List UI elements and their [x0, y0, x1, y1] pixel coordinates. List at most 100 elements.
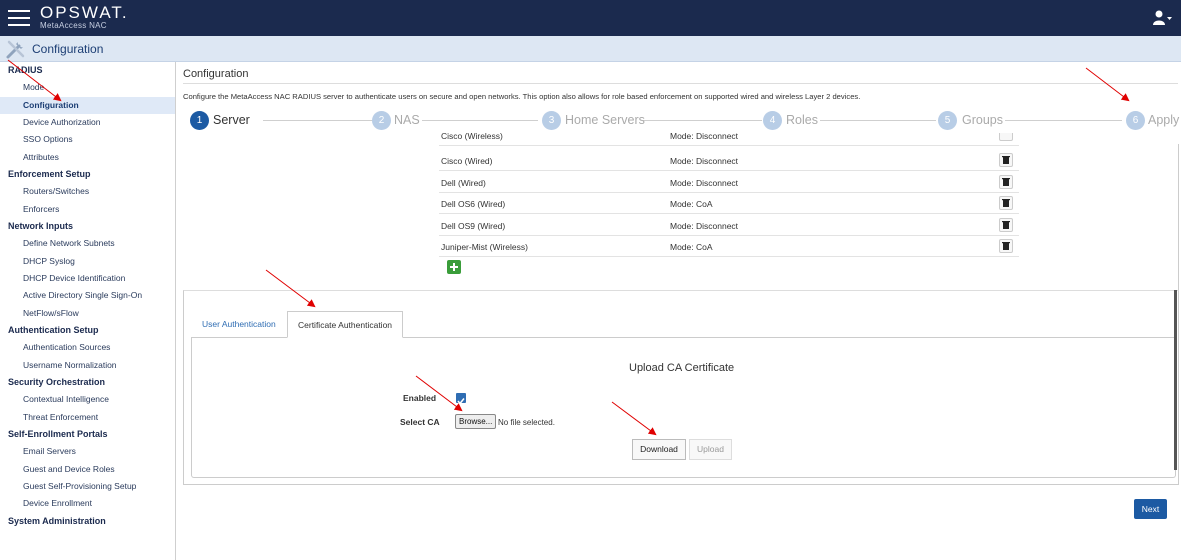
- step-number: 5: [938, 111, 957, 130]
- top-navbar: OPSWAT. MetaAccess NAC: [0, 0, 1181, 36]
- sidebar-item-mode[interactable]: Mode: [0, 79, 175, 96]
- sidebar-item-username-normalization[interactable]: Username Normalization: [0, 357, 175, 374]
- step-number: 1: [190, 111, 209, 130]
- upload-button[interactable]: Upload: [689, 439, 732, 460]
- add-nas-button[interactable]: [447, 260, 461, 274]
- section-title: Configuration: [32, 42, 104, 56]
- sidebar-item-active-directory-sso[interactable]: Active Directory Single Sign-On: [0, 287, 175, 304]
- wizard-stepper: 1 Server 2 NAS 3 Home Servers 4 Roles 5 …: [176, 110, 1181, 132]
- step-number: 2: [372, 111, 391, 130]
- tools-icon: [6, 40, 25, 59]
- select-ca-label: Select CA: [400, 417, 440, 427]
- trash-icon[interactable]: [999, 218, 1013, 232]
- sidebar-item-netflow-sflow[interactable]: NetFlow/sFlow: [0, 305, 175, 322]
- sidebar-heading-self-enrollment-portals[interactable]: Self-Enrollment Portals: [0, 426, 175, 443]
- table-row: Cisco (Wired) Mode: Disconnect: [439, 150, 1019, 171]
- sidebar-heading-system-administration[interactable]: System Administration: [0, 513, 175, 530]
- step-connector: [1005, 120, 1122, 121]
- authentication-panel: User Authentication Certificate Authenti…: [183, 290, 1179, 485]
- sidebar-heading-authentication-setup[interactable]: Authentication Setup: [0, 322, 175, 339]
- page-description: Configure the MetaAccess NAC RADIUS serv…: [183, 92, 861, 101]
- sidebar-item-dhcp-syslog[interactable]: DHCP Syslog: [0, 253, 175, 270]
- scrollbar[interactable]: [1174, 290, 1177, 470]
- nas-name: Cisco (Wired): [441, 156, 493, 166]
- download-button[interactable]: Download: [632, 439, 686, 460]
- nas-name: Juniper-Mist (Wireless): [441, 242, 528, 252]
- table-row: Juniper-Mist (Wireless) Mode: CoA: [439, 236, 1019, 257]
- step-number: 6: [1126, 111, 1145, 130]
- upload-ca-title: Upload CA Certificate: [629, 362, 735, 374]
- table-row: Dell OS9 (Wired) Mode: Disconnect: [439, 215, 1019, 236]
- sidebar-item-define-network-subnets[interactable]: Define Network Subnets: [0, 235, 175, 252]
- trash-icon[interactable]: [999, 196, 1013, 210]
- sidebar-item-contextual-intelligence[interactable]: Contextual Intelligence: [0, 391, 175, 408]
- logo: OPSWAT.: [40, 3, 129, 22]
- step-label: Apply: [1148, 113, 1180, 127]
- page-title: Configuration: [183, 68, 249, 80]
- step-connector: [820, 120, 936, 121]
- sidebar-item-attributes[interactable]: Attributes: [0, 149, 175, 166]
- sidebar: RADIUS Mode Configuration Device Authori…: [0, 62, 176, 560]
- tab-certificate-authentication[interactable]: Certificate Authentication: [287, 311, 404, 338]
- sidebar-item-guest-self-provisioning[interactable]: Guest Self-Provisioning Setup: [0, 478, 175, 495]
- sidebar-item-dhcp-device-identification[interactable]: DHCP Device Identification: [0, 270, 175, 287]
- enabled-checkbox[interactable]: [456, 393, 466, 405]
- logo-subtitle: MetaAccess NAC: [40, 21, 107, 30]
- sidebar-heading-network-inputs[interactable]: Network Inputs: [0, 218, 175, 235]
- step-number: 4: [763, 111, 782, 130]
- sidebar-item-device-authorization[interactable]: Device Authorization: [0, 114, 175, 131]
- sidebar-item-sso-options[interactable]: SSO Options: [0, 131, 175, 148]
- step-label: Roles: [786, 113, 818, 127]
- check-icon: [457, 398, 465, 405]
- trash-icon[interactable]: [999, 175, 1013, 189]
- sidebar-item-enforcers[interactable]: Enforcers: [0, 201, 175, 218]
- step-connector: [263, 120, 378, 121]
- nas-mode: Mode: Disconnect: [670, 133, 739, 141]
- tab-user-authentication[interactable]: User Authentication: [192, 311, 286, 338]
- step-connector: [422, 120, 538, 121]
- trash-icon[interactable]: [999, 239, 1013, 253]
- section-header: Configuration: [0, 36, 1181, 62]
- step-label: NAS: [394, 113, 420, 127]
- nas-name: Dell OS9 (Wired): [441, 221, 506, 231]
- nas-list-panel: Cisco (Wireless) Mode: Disconnect Cisco …: [183, 133, 1179, 290]
- user-icon[interactable]: [1153, 10, 1173, 26]
- sidebar-item-routers-switches[interactable]: Routers/Switches: [0, 183, 175, 200]
- hamburger-icon[interactable]: [8, 10, 30, 26]
- sidebar-heading-enforcement-setup[interactable]: Enforcement Setup: [0, 166, 175, 183]
- table-row: Dell (Wired) Mode: Disconnect: [439, 172, 1019, 193]
- plus-icon: [450, 263, 458, 271]
- nas-mode: Mode: Disconnect: [670, 178, 739, 188]
- sidebar-item-configuration[interactable]: Configuration: [0, 97, 175, 114]
- trash-icon[interactable]: [999, 133, 1013, 141]
- certificate-panel: Upload CA Certificate Enabled Select CA …: [191, 337, 1176, 478]
- sidebar-item-email-servers[interactable]: Email Servers: [0, 443, 175, 460]
- step-number: 3: [542, 111, 561, 130]
- step-label: Groups: [962, 113, 1003, 127]
- step-connector: [643, 120, 762, 121]
- nas-mode: Mode: CoA: [670, 242, 713, 252]
- file-status: No file selected.: [498, 418, 555, 427]
- nas-mode: Mode: CoA: [670, 199, 713, 209]
- next-button[interactable]: Next: [1134, 499, 1167, 519]
- sidebar-heading-radius[interactable]: RADIUS: [0, 62, 175, 79]
- browse-button[interactable]: Browse...: [455, 414, 497, 429]
- sidebar-heading-security-orchestration[interactable]: Security Orchestration: [0, 374, 175, 391]
- trash-icon[interactable]: [999, 153, 1013, 167]
- sidebar-item-threat-enforcement[interactable]: Threat Enforcement: [0, 409, 175, 426]
- sidebar-item-authentication-sources[interactable]: Authentication Sources: [0, 339, 175, 356]
- nas-mode: Mode: Disconnect: [670, 221, 739, 231]
- sidebar-item-guest-device-roles[interactable]: Guest and Device Roles: [0, 461, 175, 478]
- table-row: Cisco (Wireless) Mode: Disconnect: [439, 133, 1019, 146]
- title-divider: [183, 83, 1178, 84]
- nas-mode: Mode: Disconnect: [670, 156, 739, 166]
- step-label: Home Servers: [565, 113, 645, 127]
- nas-name: Cisco (Wireless): [441, 133, 503, 141]
- enabled-label: Enabled: [403, 393, 437, 403]
- nas-name: Dell (Wired): [441, 178, 486, 188]
- table-row: Dell OS6 (Wired) Mode: CoA: [439, 193, 1019, 214]
- step-label: Server: [213, 113, 250, 127]
- sidebar-item-device-enrollment[interactable]: Device Enrollment: [0, 495, 175, 512]
- main-content: Configuration Configure the MetaAccess N…: [176, 62, 1181, 560]
- nas-name: Dell OS6 (Wired): [441, 199, 506, 209]
